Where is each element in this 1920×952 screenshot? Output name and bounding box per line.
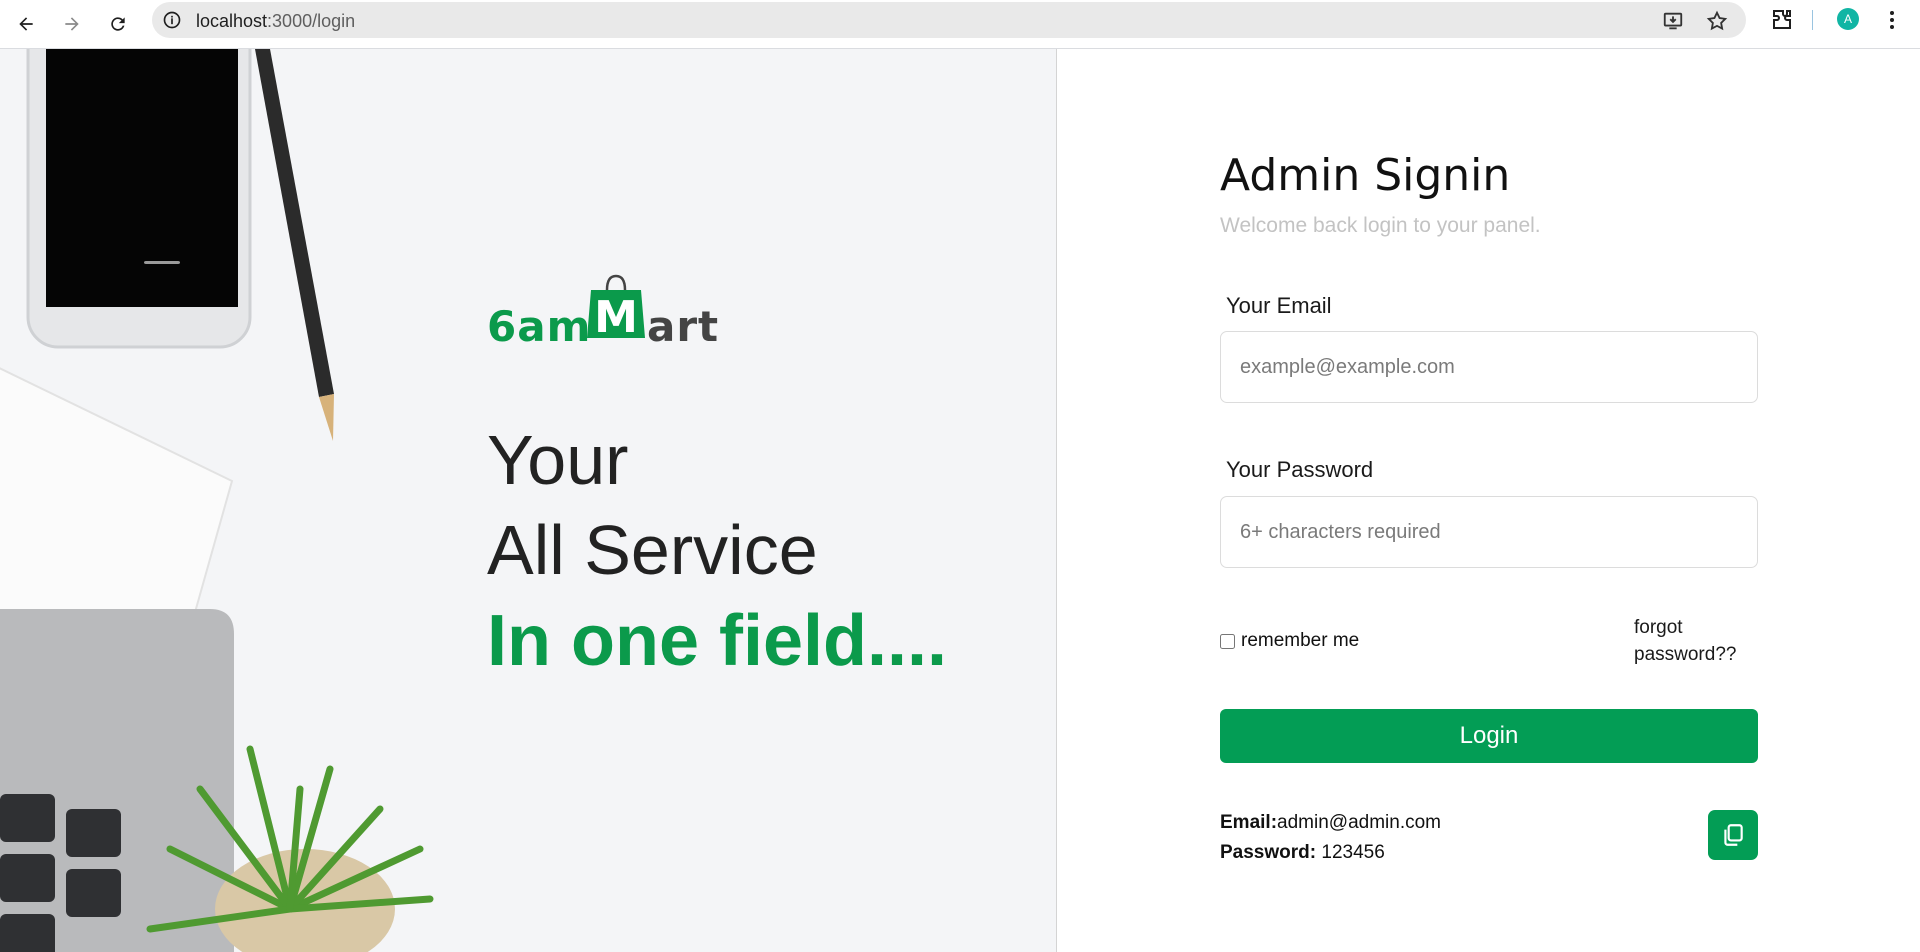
email-field[interactable] <box>1220 331 1758 403</box>
demo-password-key: Password: <box>1220 842 1317 863</box>
password-label: Your Password <box>1226 457 1374 482</box>
headline-line1: Your <box>487 421 629 499</box>
password-field[interactable] <box>1220 496 1758 568</box>
profile-avatar[interactable]: A <box>1837 8 1859 30</box>
hero-panel <box>0 49 1057 952</box>
desk-illustration <box>0 49 434 952</box>
menu-kebab-icon[interactable] <box>1880 8 1904 32</box>
forward-icon[interactable] <box>56 8 88 40</box>
install-app-icon[interactable] <box>1662 10 1684 32</box>
phone-home-bar <box>144 261 180 264</box>
phone-screen-shape <box>46 49 238 307</box>
pencil-shape <box>255 49 334 397</box>
browser-toolbar: localhost:3000/login A <box>0 0 1920 49</box>
page-subtitle: Welcome back login to your panel. <box>1220 214 1541 237</box>
logo-text-art: art <box>647 302 720 351</box>
demo-password-value: 123456 <box>1321 842 1385 863</box>
reload-icon[interactable] <box>102 8 134 40</box>
toolbar-divider <box>1812 10 1813 30</box>
demo-email-key: Email: <box>1220 812 1278 833</box>
remember-me-label: remember me <box>1241 630 1360 651</box>
shopping-bag-icon: M <box>587 274 645 338</box>
url-path: :3000/login <box>267 11 356 31</box>
login-button[interactable]: Login <box>1220 709 1758 763</box>
forgot-password-link[interactable]: forgot password?? <box>1634 614 1754 668</box>
demo-password-line: Password: 123456 <box>1220 842 1385 864</box>
logo-text-m: M <box>594 292 638 338</box>
headline-line2: All Service <box>487 511 818 589</box>
address-bar[interactable]: localhost:3000/login <box>152 2 1746 38</box>
logo-text-6am: 6am <box>487 302 592 351</box>
pencil-tip-shape <box>319 394 334 441</box>
page-title: Admin Signin <box>1220 150 1511 201</box>
brand-logo: 6am M art <box>487 264 727 351</box>
remember-me[interactable]: remember me <box>1220 630 1359 652</box>
headline-line3: In one field.... <box>487 601 948 681</box>
extensions-icon[interactable] <box>1770 8 1794 32</box>
url-text: localhost:3000/login <box>196 11 355 32</box>
remember-me-checkbox[interactable] <box>1220 633 1235 649</box>
bookmark-star-icon[interactable] <box>1706 10 1728 32</box>
demo-email-line: Email:admin@admin.com <box>1220 812 1441 834</box>
back-icon[interactable] <box>10 8 42 40</box>
site-info-icon[interactable] <box>162 10 182 30</box>
url-host: localhost <box>196 11 268 31</box>
email-label: Your Email <box>1226 293 1332 318</box>
copy-credentials-button[interactable] <box>1708 810 1758 860</box>
copy-icon <box>1724 824 1743 846</box>
avatar-letter: A <box>1843 12 1852 26</box>
demo-email-value: admin@admin.com <box>1277 812 1441 833</box>
